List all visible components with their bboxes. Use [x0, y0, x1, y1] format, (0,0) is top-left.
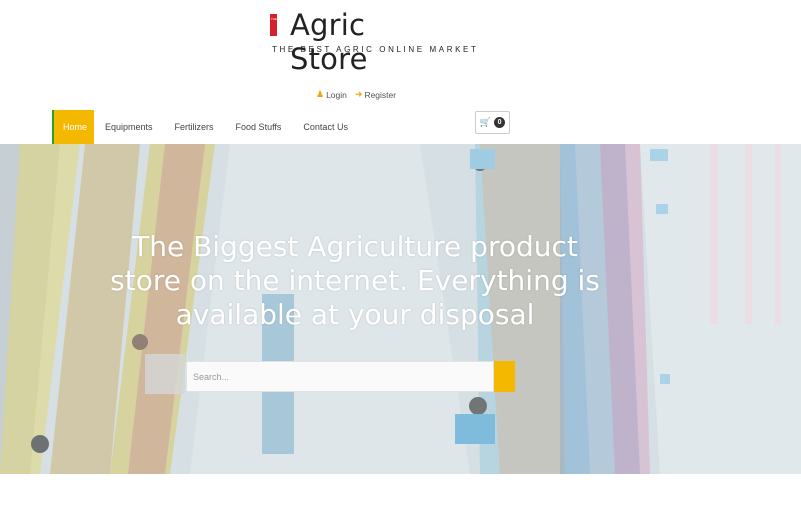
logo-mark-icon: THE — [270, 14, 277, 36]
user-icon: ♟ — [316, 89, 325, 99]
cart-count-badge: 0 — [494, 117, 506, 128]
nav-item-fertilizers[interactable]: Fertilizers — [164, 110, 225, 144]
arrow-right-icon: ➜ — [354, 89, 363, 99]
hero-title: The Biggest Agriculture product store on… — [110, 230, 600, 331]
login-label: Login — [326, 89, 347, 100]
cart-icon: 🛒 — [479, 117, 492, 127]
nav-item-home[interactable]: Home — [52, 110, 94, 144]
search-button[interactable] — [494, 361, 515, 392]
nav-item-food-stuffs[interactable]: Food Stuffs — [225, 110, 293, 144]
account-links: ♟ Login ➜ Register — [316, 89, 396, 100]
register-label: Register — [364, 89, 397, 100]
main-nav: Home Equipments Fertilizers Food Stuffs … — [52, 110, 359, 144]
hero-banner: The Biggest Agriculture product store on… — [0, 144, 801, 474]
register-link[interactable]: ➜ Register — [355, 89, 396, 100]
site-logo[interactable]: THE Agric Store THE BEST AGRIC ONLINE MA… — [270, 8, 476, 76]
site-tagline: THE BEST AGRIC ONLINE MARKET — [272, 45, 479, 54]
nav-item-contact-us[interactable]: Contact Us — [292, 110, 359, 144]
search-bar — [186, 361, 516, 392]
cart-button[interactable]: 🛒 0 — [475, 111, 510, 134]
login-link[interactable]: ♟ Login — [316, 89, 347, 100]
nav-item-equipments[interactable]: Equipments — [94, 110, 164, 144]
search-input[interactable] — [186, 361, 494, 392]
site-title: Agric Store — [290, 8, 368, 76]
